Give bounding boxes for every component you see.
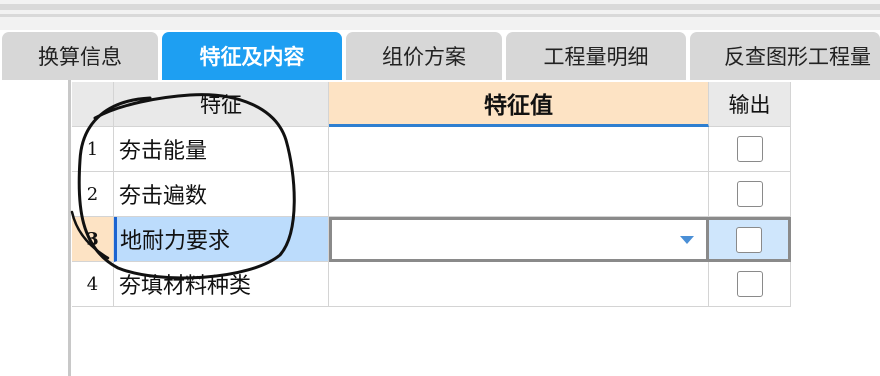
header-feature-value[interactable]: 特征值 [329,82,709,127]
output-checkbox[interactable] [736,181,763,207]
panel-left-border [68,80,71,376]
output-cell [709,127,791,172]
feature-value-cell[interactable] [329,262,709,307]
output-checkbox[interactable] [736,271,763,297]
output-checkbox[interactable] [735,226,762,253]
output-cell [709,217,791,262]
row-number: 1 [72,127,114,172]
output-checkbox[interactable] [736,136,763,162]
header-corner [72,82,114,127]
row-number: 4 [72,262,114,307]
feature-value-cell[interactable] [329,172,709,217]
toolbar-divider [0,14,880,17]
tab-features-content[interactable]: 特征及内容 [162,32,342,80]
feature-cell[interactable]: 夯击能量 [114,127,329,172]
row-number: 3 [72,217,114,262]
output-cell [709,172,791,217]
tab-quantity-detail[interactable]: 工程量明细 [506,32,686,80]
tab-reverse-graphic-quantity[interactable]: 反查图形工程量 [690,32,880,80]
output-cell [709,262,791,307]
row-number: 2 [72,172,114,217]
feature-cell[interactable]: 地耐力要求 [114,217,329,262]
tab-bar: 换算信息 特征及内容 组价方案 工程量明细 反查图形工程量 [0,30,880,80]
chevron-down-icon[interactable] [680,235,694,244]
header-output[interactable]: 输出 [709,82,791,127]
top-toolbar-strip [0,0,880,30]
feature-cell[interactable]: 夯击遍数 [114,172,329,217]
tab-pricing-scheme[interactable]: 组价方案 [346,32,502,80]
toolbar-divider [0,4,880,10]
feature-value-cell[interactable] [329,127,709,172]
feature-cell[interactable]: 夯填材料种类 [114,262,329,307]
tab-conversion-info[interactable]: 换算信息 [2,32,158,80]
feature-value-dropdown[interactable] [329,217,709,262]
header-feature[interactable]: 特征 [114,82,329,127]
